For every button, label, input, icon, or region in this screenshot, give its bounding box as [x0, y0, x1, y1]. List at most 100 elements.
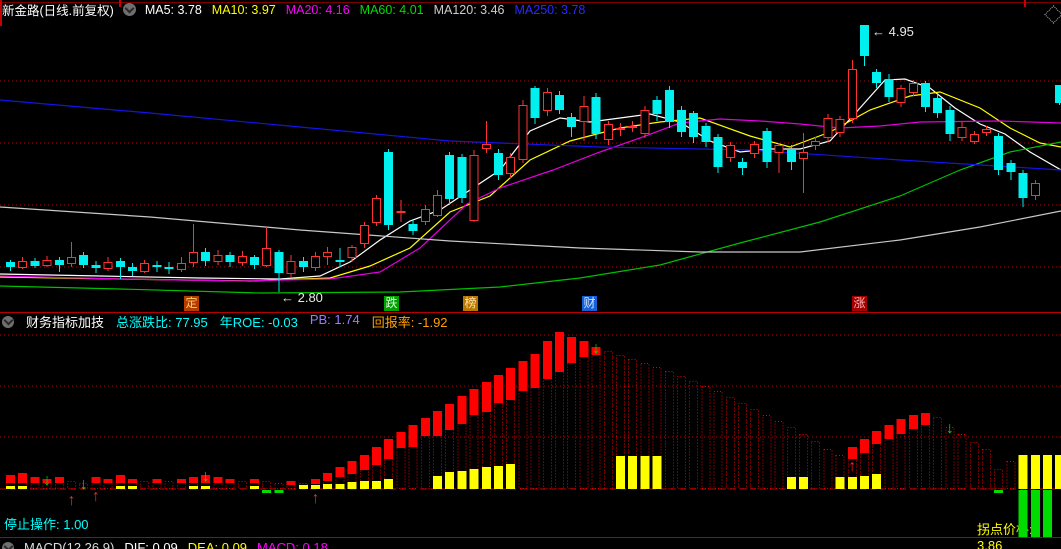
candle-down	[298, 261, 308, 267]
candle-down	[115, 261, 125, 267]
chart-canvas[interactable]: ↓↑↓↑↓↑↓↑↓	[0, 0, 1061, 549]
indicator-bar-solid	[884, 425, 894, 439]
buy-arrow-icon: ↑	[312, 490, 320, 507]
indicator-bar-solid	[921, 413, 930, 425]
collapse-chevron-icon[interactable]	[122, 3, 136, 16]
candle-down	[225, 255, 235, 262]
candle-up	[628, 126, 638, 128]
ma-line-ma20	[0, 118, 1061, 282]
indicator-bar-outline	[738, 403, 747, 489]
candle-up	[616, 128, 625, 130]
indicator-bar-yellow	[628, 456, 638, 489]
candle-up	[42, 260, 52, 266]
indicator-bar-yellow	[189, 486, 198, 489]
candle-up	[103, 262, 113, 269]
candle-down	[384, 152, 394, 225]
low-price-callout: ← 2.80	[281, 290, 323, 305]
indicator-bar-yellow	[494, 466, 503, 489]
panel-divider	[0, 537, 1061, 538]
candle-up	[640, 110, 650, 134]
collapse-chevron-icon[interactable]	[2, 315, 14, 328]
candle-up	[518, 105, 528, 160]
candle-up	[481, 144, 491, 149]
indicator-bar-solid	[420, 418, 430, 436]
candle-up	[1030, 183, 1040, 196]
indicator-bar-yellow	[6, 486, 15, 489]
high-price-callout: ← 4.95	[872, 24, 914, 39]
indicator-bar-yellow	[835, 477, 845, 489]
indicator-bar-solid	[481, 382, 491, 412]
candle-up	[799, 152, 808, 159]
indicator-bar-solid	[494, 375, 503, 403]
indicator-bar-outline	[994, 469, 1004, 489]
indicator-bar-outline	[67, 481, 76, 489]
indicator-bar-solid	[579, 341, 589, 357]
ma-line-ma120	[0, 206, 1061, 253]
indicator-bar-outline	[677, 376, 686, 489]
indicator-bar-solid	[896, 419, 906, 434]
candle-up	[811, 141, 821, 146]
candle-up	[189, 252, 198, 263]
indicator-bar-yellow	[1030, 455, 1040, 489]
candle-down	[872, 72, 882, 83]
indicator-bar-solid	[18, 473, 28, 483]
indicator-bar-solid	[518, 361, 528, 391]
indicator-bar-solid	[457, 396, 467, 424]
indicator-bar-green	[262, 490, 272, 493]
candle-down	[494, 153, 503, 175]
candle-up	[67, 257, 76, 264]
indicator-bar-solid	[530, 354, 540, 388]
indicator-bar-solid	[323, 473, 333, 481]
candle-down	[652, 100, 662, 114]
candle-up	[725, 145, 735, 158]
indicator-bar-outline	[933, 417, 943, 489]
indicator-bar-green	[1030, 490, 1040, 537]
candle-down	[408, 224, 418, 231]
indicator-bar-outline	[164, 481, 174, 489]
indicator-bar-yellow	[847, 477, 857, 489]
indicator-bar-yellow	[786, 477, 796, 489]
candle-up	[420, 209, 430, 222]
indicator-bar-solid	[128, 479, 137, 483]
indicator-bar-yellow	[445, 472, 455, 489]
candle-down	[762, 131, 772, 162]
indicator-bar-outline	[725, 397, 735, 489]
candle-down	[1006, 163, 1016, 172]
indicator-bar-outline	[1006, 461, 1016, 489]
indicator-bar-outline	[579, 341, 589, 489]
indicator-bar-solid	[384, 439, 394, 459]
indicator-bar-yellow	[506, 464, 516, 489]
indicator-bar-yellow	[1018, 455, 1028, 489]
sell-arrow-icon: ↓	[43, 472, 51, 489]
indicator-bar-yellow	[1043, 455, 1052, 489]
candle-down	[274, 252, 284, 273]
indicator-bar-yellow	[860, 476, 869, 489]
candle-down	[201, 252, 211, 261]
candle-down	[530, 88, 540, 118]
indicator-bar-yellow	[323, 484, 333, 489]
candle-down	[250, 257, 259, 265]
indicator-bar-solid	[567, 337, 577, 363]
candle-up	[359, 225, 369, 244]
candle-up	[542, 92, 552, 111]
indicator-bar-solid	[176, 479, 186, 483]
event-flag: 榜	[463, 296, 478, 311]
macd-panel-header: MACD(12,26,9) DIF: 0.09 DEA: 0.09 MACD: 0.1…	[2, 540, 328, 549]
collapse-chevron-icon[interactable]	[2, 541, 14, 549]
indicator-bar-yellow	[359, 481, 369, 489]
candle-down	[945, 110, 955, 134]
indicator-bar-solid	[189, 477, 198, 483]
candle-up	[908, 83, 918, 93]
indicator-bar-solid	[542, 341, 552, 379]
indicator-bar-yellow	[469, 469, 479, 489]
indicator-bar-outline	[811, 441, 821, 489]
indicator-bar-solid	[555, 332, 564, 372]
sell-arrow-icon: ↓	[946, 420, 954, 437]
macd-readout: MACD(12,26,9)	[24, 540, 115, 549]
candle-up	[847, 69, 857, 119]
candle-up	[140, 263, 150, 272]
indicator-bar-solid	[860, 439, 869, 453]
indicator-readout: 年ROE: -0.03	[219, 315, 298, 330]
sell-arrow-icon: ↓	[202, 468, 210, 485]
candle-down	[457, 157, 467, 198]
